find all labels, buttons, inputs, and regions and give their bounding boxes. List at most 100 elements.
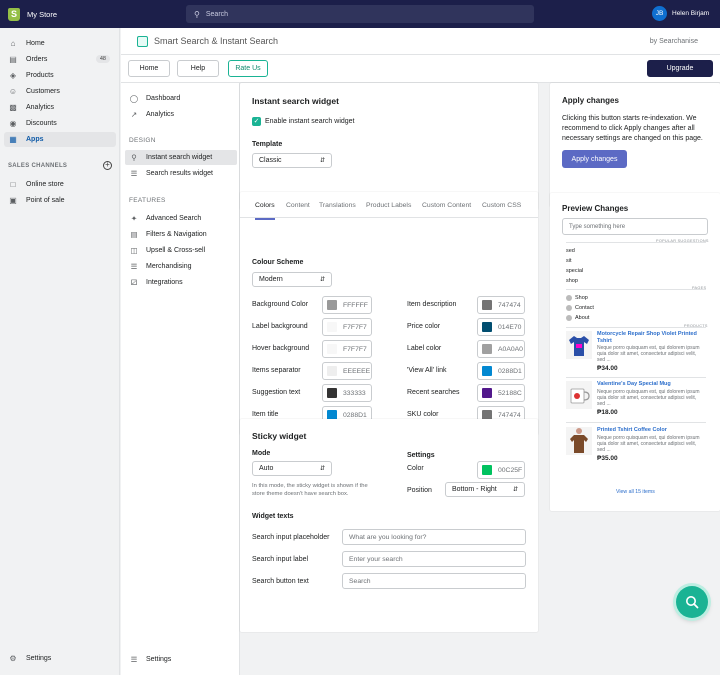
position-select[interactable]: Bottom - Right ⇵ — [445, 482, 525, 497]
nav-label: Settings — [26, 655, 52, 662]
product-item[interactable]: Motorcycle Repair Shop Violet Printed Ts… — [566, 331, 706, 375]
store-name[interactable]: My Store — [27, 10, 57, 19]
tab-translations[interactable]: Translations — [319, 200, 356, 220]
trend-icon: ↗ — [130, 110, 138, 119]
nav-item-products[interactable]: ◈ Products — [4, 68, 116, 83]
color-swatch[interactable] — [327, 366, 337, 376]
nav-label: Point of sale — [26, 197, 65, 204]
item-description-field[interactable]: 747474 — [477, 296, 525, 314]
color-swatch[interactable] — [482, 322, 492, 332]
subnav-item-search-results-widget[interactable]: ☰ Search results widget — [125, 166, 237, 181]
color-swatch[interactable] — [482, 344, 492, 354]
nav-item-apps[interactable]: ▦ Apps — [4, 132, 116, 147]
product-name[interactable]: Motorcycle Repair Shop Violet Printed Ts… — [597, 331, 705, 344]
page-item[interactable]: Shop — [575, 295, 588, 301]
product-item[interactable]: Printed Tshirt Coffee Color Neque porro … — [566, 427, 706, 471]
rate-us-button[interactable]: Rate Us — [228, 60, 268, 77]
sales-channels-heading: SALES CHANNELS — [8, 163, 68, 169]
tab-colors[interactable]: Colors — [255, 200, 275, 220]
enable-instant-checkbox[interactable]: ✓ — [252, 117, 261, 126]
sticky-color-field[interactable]: 00C25F — [477, 461, 525, 479]
subnav-item-dashboard[interactable]: ◯ Dashboard — [125, 91, 237, 106]
product-name[interactable]: Valentine's Day Special Mug — [597, 381, 705, 388]
subnav-item-instant-search-widget[interactable]: ⚲ Instant search widget — [125, 150, 237, 165]
price-color-field[interactable]: 014E70 — [477, 318, 525, 336]
placeholder-label: Search input placeholder — [252, 534, 330, 541]
subnav-item-settings[interactable]: ☰ Settings — [125, 652, 237, 667]
tab-content[interactable]: Content — [286, 200, 310, 220]
page-item[interactable]: Contact — [575, 305, 594, 311]
app-toolbar: Home Help Rate Us Upgrade — [121, 55, 720, 83]
preview-search-input[interactable]: Type something here — [562, 218, 708, 235]
nav-item-point-of-sale[interactable]: ▣ Point of sale — [4, 193, 116, 208]
items-separator-field[interactable]: EEEEEE — [322, 362, 372, 380]
color-swatch[interactable] — [482, 388, 492, 398]
suggestion-text-field[interactable]: 333333 — [322, 384, 372, 402]
color-swatch[interactable] — [327, 322, 337, 332]
view-all-link[interactable]: View all 15 items — [616, 489, 655, 495]
mode-select[interactable]: Auto ⇵ — [252, 461, 332, 476]
placeholder-input[interactable]: What are you looking for? — [342, 529, 526, 545]
color-value: F7F7F7 — [343, 323, 367, 331]
subnav-item-filters-navigation[interactable]: ▤ Filters & Navigation — [125, 227, 237, 242]
nav-label: Analytics — [26, 104, 55, 111]
label-bg-field[interactable]: F7F7F7 — [322, 318, 372, 336]
subnav-item-advanced-search[interactable]: ✦ Advanced Search — [125, 211, 237, 226]
nav-item-home[interactable]: ⌂ Home — [4, 36, 116, 51]
user-name[interactable]: Helen Birjam — [672, 10, 709, 17]
dashboard-icon: ◯ — [129, 94, 139, 103]
color-swatch[interactable] — [327, 388, 337, 398]
home-button[interactable]: Home — [128, 60, 170, 77]
nav-item-discounts[interactable]: ◉ Discounts — [4, 116, 116, 131]
avatar[interactable]: JB — [652, 6, 667, 21]
shopify-logo-icon[interactable] — [8, 7, 20, 21]
colour-scheme-value: Modern — [259, 276, 283, 283]
subnav-label: Dashboard — [146, 95, 181, 102]
tab-product-labels[interactable]: Product Labels — [366, 200, 411, 220]
top-bar: My Store ⚲ Search JB Helen Birjam — [0, 0, 720, 28]
color-swatch[interactable] — [327, 300, 337, 310]
color-swatch[interactable] — [482, 465, 492, 475]
hover-bg-field[interactable]: F7F7F7 — [322, 340, 372, 358]
search-label-input[interactable]: Enter your search — [342, 551, 526, 567]
nav-item-settings[interactable]: ⚙ Settings — [4, 651, 116, 666]
view-all-link-field[interactable]: 0288D1 — [477, 362, 525, 380]
suggestion-item[interactable]: special — [566, 268, 583, 274]
colour-scheme-label: Colour Scheme — [252, 259, 304, 266]
color-value: 014E70 — [498, 323, 522, 331]
recent-searches-field[interactable]: 52188C — [477, 384, 525, 402]
nav-item-orders[interactable]: ▤ Orders 48 — [4, 52, 116, 67]
bg-color-field[interactable]: FFFFFF — [322, 296, 372, 314]
tab-custom-content[interactable]: Custom Content — [422, 200, 471, 220]
nav-item-online-store[interactable]: □ Online store — [4, 177, 116, 192]
sticky-search-fab[interactable] — [676, 586, 708, 618]
apply-changes-button[interactable]: Apply changes — [562, 150, 627, 168]
help-button[interactable]: Help — [177, 60, 219, 77]
subnav-item-analytics[interactable]: ↗ Analytics — [125, 107, 237, 122]
nav-item-analytics[interactable]: ▩ Analytics — [4, 100, 116, 115]
suggestion-item[interactable]: sit — [566, 258, 572, 264]
upgrade-button[interactable]: Upgrade — [647, 60, 713, 77]
suggestion-item[interactable]: shop — [566, 278, 578, 284]
color-swatch[interactable] — [482, 300, 492, 310]
label-color-field[interactable]: A0A0A0 — [477, 340, 525, 358]
product-name[interactable]: Printed Tshirt Coffee Color — [597, 427, 705, 434]
add-channel-plus-icon[interactable]: + — [103, 161, 112, 170]
suggestion-item[interactable]: sed — [566, 248, 575, 254]
button-text-input[interactable]: Search — [342, 573, 526, 589]
nav-label: Home — [26, 40, 45, 47]
page-item[interactable]: About — [575, 315, 589, 321]
subnav-item-integrations[interactable]: ⚂ Integrations — [125, 275, 237, 290]
global-search-input[interactable]: ⚲ Search — [186, 5, 534, 23]
subnav-item-upsell[interactable]: ◫ Upsell & Cross-sell — [125, 243, 237, 258]
nav-item-customers[interactable]: ☺ Customers — [4, 84, 116, 99]
colour-scheme-select[interactable]: Modern ⇵ — [252, 272, 332, 287]
template-select[interactable]: Classic ⇵ — [252, 153, 332, 168]
color-swatch[interactable] — [482, 366, 492, 376]
apply-changes-text: Clicking this button starts re-indexatio… — [562, 115, 703, 142]
tab-custom-css[interactable]: Custom CSS — [482, 200, 521, 220]
sticky-color-label: Color — [407, 465, 424, 472]
subnav-item-merchandising[interactable]: ☰ Merchandising — [125, 259, 237, 274]
color-swatch[interactable] — [327, 344, 337, 354]
product-item[interactable]: Valentine's Day Special Mug Neque porro … — [566, 381, 706, 425]
